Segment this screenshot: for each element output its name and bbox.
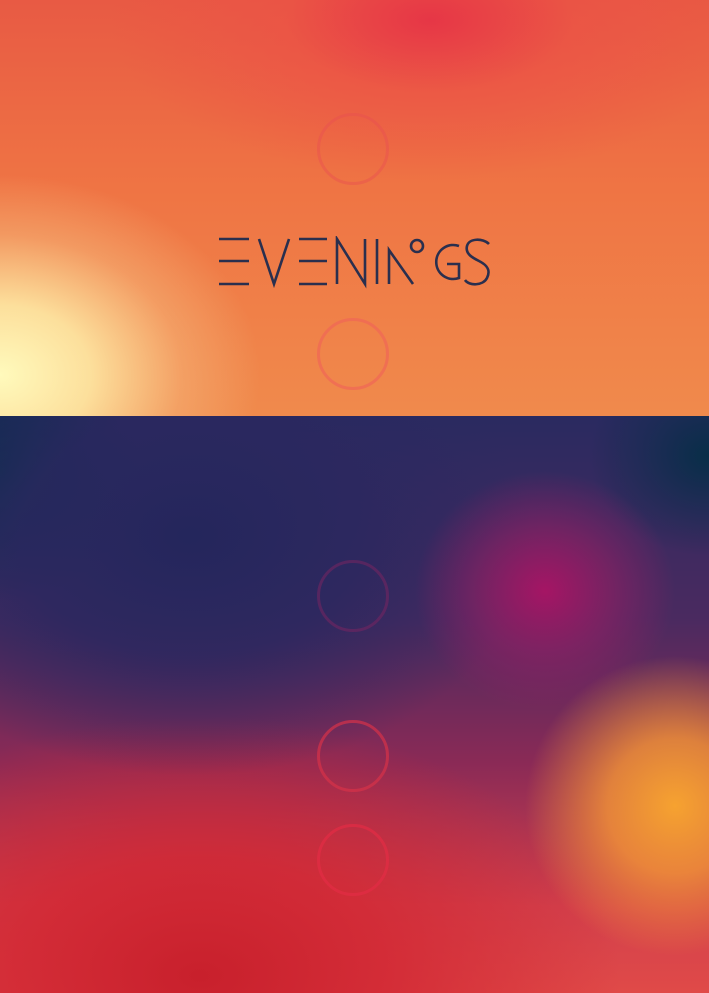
ring-outline-icon (317, 560, 389, 632)
wordmark-logo: EVENINGS (0, 236, 709, 294)
night-gradient-panel (0, 416, 709, 993)
ring-outline-icon (317, 720, 389, 792)
ring-outline-icon (317, 113, 389, 185)
evenings-poster: EVENINGS (0, 0, 709, 993)
evenings-wordmark-icon (218, 236, 490, 289)
ring-outline-icon (317, 824, 389, 896)
ring-outline-icon (317, 318, 389, 390)
